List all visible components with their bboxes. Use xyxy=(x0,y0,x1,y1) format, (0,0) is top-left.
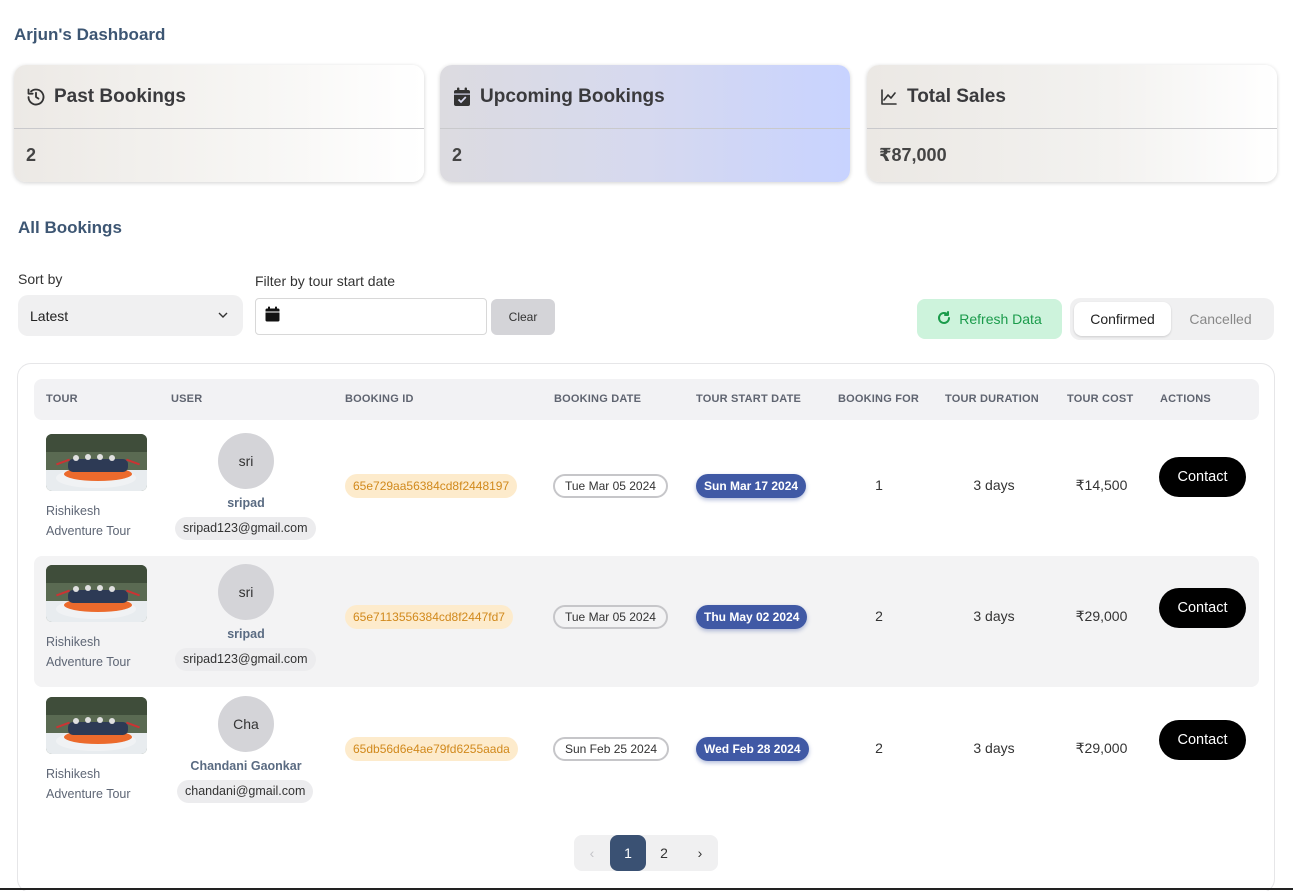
upcoming-bookings-card: Upcoming Bookings 2 xyxy=(440,65,850,182)
tour-cost: ₹14,500 xyxy=(1075,477,1128,493)
clear-button[interactable]: Clear xyxy=(491,299,555,335)
next-page-button[interactable]: › xyxy=(682,835,718,871)
tour-cost: ₹29,000 xyxy=(1075,608,1128,624)
tour-duration: 3 days xyxy=(973,477,1015,493)
refresh-data-button[interactable]: Refresh Data xyxy=(917,299,1062,339)
avatar: sri xyxy=(218,433,274,489)
booking-date-badge: Tue Mar 05 2024 xyxy=(553,605,668,629)
trend-line-icon xyxy=(879,87,899,107)
col-tour-duration: TOUR DURATION xyxy=(945,393,1039,405)
page-2-button[interactable]: 2 xyxy=(646,835,682,871)
col-tour-start-date: TOUR START DATE xyxy=(696,393,802,405)
total-sales-label: Total Sales xyxy=(907,85,1006,107)
tour-duration: 3 days xyxy=(973,608,1015,624)
table-row: Rishikesh Adventure Tour sri sripad srip… xyxy=(34,556,1259,687)
tour-start-date-badge: Wed Feb 28 2024 xyxy=(696,737,809,761)
sort-label: Sort by xyxy=(18,271,63,287)
tab-confirmed[interactable]: Confirmed xyxy=(1074,302,1171,336)
filter-label: Filter by tour start date xyxy=(255,273,396,289)
user-email: sripad123@gmail.com xyxy=(175,517,316,540)
contact-button[interactable]: Contact xyxy=(1159,588,1246,628)
tour-cost: ₹29,000 xyxy=(1075,740,1128,756)
user-email: chandani@gmail.com xyxy=(177,780,314,803)
avatar: sri xyxy=(218,564,274,620)
tour-name: Rishikesh Adventure Tour xyxy=(46,633,156,672)
chevron-down-icon xyxy=(217,308,229,324)
tour-name-line1: Rishikesh xyxy=(46,635,101,649)
tour-name: Rishikesh Adventure Tour xyxy=(46,765,156,804)
history-icon xyxy=(26,87,46,107)
col-user: USER xyxy=(171,393,203,405)
booking-for: 1 xyxy=(875,477,883,493)
avatar: Cha xyxy=(218,696,274,752)
status-tabs: Confirmed Cancelled xyxy=(1070,298,1274,340)
user-name: sripad xyxy=(227,496,265,510)
tour-name: Rishikesh Adventure Tour xyxy=(46,502,156,541)
past-bookings-card: Past Bookings 2 xyxy=(14,65,424,182)
table-row: Rishikesh Adventure Tour sri sripad srip… xyxy=(34,425,1259,556)
prev-page-button[interactable]: ‹ xyxy=(574,835,610,871)
booking-for: 2 xyxy=(875,608,883,624)
upcoming-bookings-value: 2 xyxy=(452,145,463,165)
tour-name-line1: Rishikesh xyxy=(46,767,101,781)
tour-name-line2: Adventure Tour xyxy=(46,523,131,538)
col-booking-date: BOOKING DATE xyxy=(554,393,642,405)
col-booking-id: BOOKING ID xyxy=(345,393,414,405)
tour-image xyxy=(46,434,147,491)
contact-button[interactable]: Contact xyxy=(1159,457,1246,497)
user-email: sripad123@gmail.com xyxy=(175,648,316,671)
date-filter-input[interactable] xyxy=(255,298,487,335)
col-tour-cost: TOUR COST xyxy=(1067,393,1134,405)
sort-value: Latest xyxy=(30,307,69,324)
tab-cancelled[interactable]: Cancelled xyxy=(1171,302,1270,336)
past-bookings-label: Past Bookings xyxy=(54,85,186,107)
section-title: All Bookings xyxy=(18,218,122,237)
bookings-table: TOUR USER BOOKING ID BOOKING DATE TOUR S… xyxy=(17,363,1275,891)
total-sales-card: Total Sales ₹87,000 xyxy=(867,65,1277,182)
tour-name-line2: Adventure Tour xyxy=(46,786,131,801)
tour-duration: 3 days xyxy=(973,740,1015,756)
tour-image xyxy=(46,565,147,622)
page-title: Arjun's Dashboard xyxy=(14,25,166,44)
tour-name-line2: Adventure Tour xyxy=(46,654,131,669)
booking-date-badge: Sun Feb 25 2024 xyxy=(553,737,670,761)
booking-for: 2 xyxy=(875,740,883,756)
table-row: Rishikesh Adventure Tour Cha Chandani Ga… xyxy=(34,688,1259,819)
col-booking-for: BOOKING FOR xyxy=(838,393,920,405)
user-name: Chandani Gaonkar xyxy=(190,759,302,773)
tour-name-line1: Rishikesh xyxy=(46,504,101,518)
sort-select[interactable]: Latest xyxy=(18,295,243,336)
pagination: ‹ 1 2 › xyxy=(574,835,718,871)
booking-id-badge: 65e7113556384cd8f2447fd7 xyxy=(345,605,513,629)
booking-date-badge: Tue Mar 05 2024 xyxy=(553,474,668,498)
tour-start-date-badge: Sun Mar 17 2024 xyxy=(696,474,807,498)
tour-image xyxy=(46,697,147,754)
booking-id-badge: 65db56d6e4ae79fd6255aada xyxy=(345,737,518,761)
table-header: TOUR USER BOOKING ID BOOKING DATE TOUR S… xyxy=(34,379,1259,420)
booking-id-badge: 65e729aa56384cd8f2448197 xyxy=(345,474,518,498)
total-sales-value: ₹87,000 xyxy=(879,145,947,165)
col-tour: TOUR xyxy=(46,393,78,405)
page-1-button[interactable]: 1 xyxy=(610,835,646,871)
past-bookings-value: 2 xyxy=(26,145,37,165)
refresh-label: Refresh Data xyxy=(959,311,1042,327)
divider xyxy=(0,888,1293,890)
user-name: sripad xyxy=(227,627,265,641)
tour-start-date-badge: Thu May 02 2024 xyxy=(696,605,808,629)
upcoming-bookings-label: Upcoming Bookings xyxy=(480,85,665,107)
col-actions: ACTIONS xyxy=(1160,393,1211,405)
contact-button[interactable]: Contact xyxy=(1159,720,1246,760)
refresh-icon xyxy=(937,310,951,328)
calendar-icon[interactable] xyxy=(265,306,280,327)
calendar-check-icon xyxy=(452,87,472,107)
